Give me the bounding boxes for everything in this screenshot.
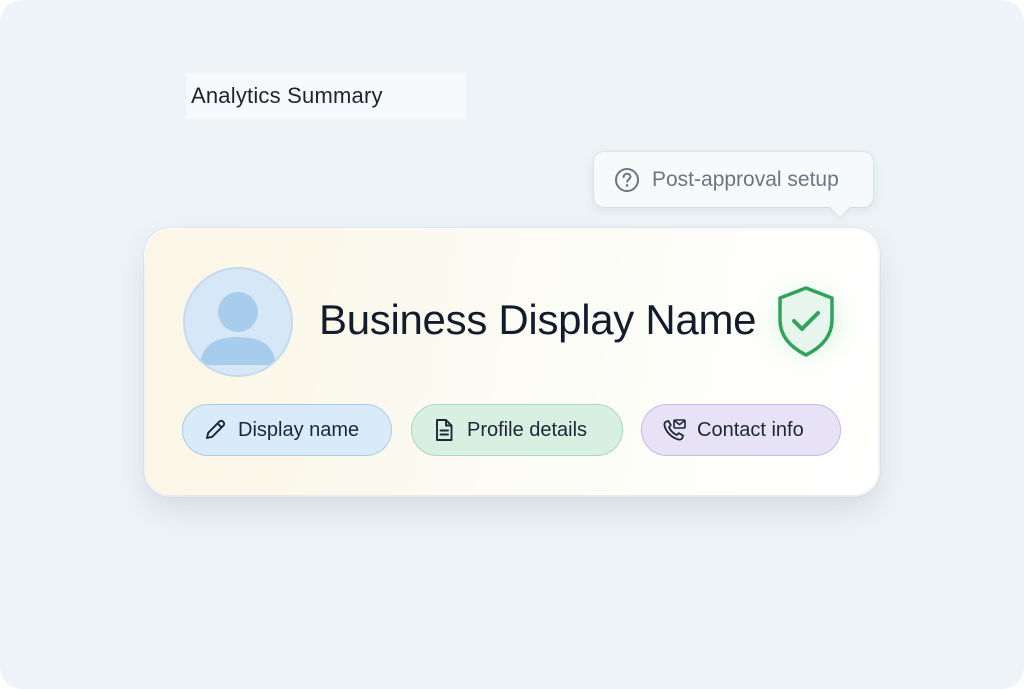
section-heading: Analytics Summary — [186, 73, 466, 119]
pencil-icon — [202, 417, 228, 443]
contact-info-button-label: Contact info — [697, 418, 804, 441]
display-name-button[interactable]: Display name — [182, 404, 392, 456]
display-name-button-label: Display name — [238, 418, 360, 441]
section-heading-text: Analytics Summary — [191, 83, 383, 108]
tooltip-text: Post-approval setup — [652, 167, 839, 191]
profile-details-button[interactable]: Profile details — [411, 404, 623, 456]
post-approval-tooltip[interactable]: Post-approval setup — [594, 152, 873, 207]
verified-shield-check-icon — [770, 282, 842, 362]
user-avatar-icon[interactable] — [183, 267, 293, 377]
contact-info-button[interactable]: Contact info — [641, 404, 841, 456]
page-background: Analytics Summary Post-approval setup Bu… — [0, 0, 1024, 689]
question-circle-icon — [614, 167, 640, 193]
business-profile-card: Business Display Name Display name Profi… — [146, 230, 878, 495]
phone-mail-icon — [661, 417, 687, 443]
profile-details-button-label: Profile details — [467, 418, 588, 441]
document-icon — [431, 417, 457, 443]
business-display-name: Business Display Name — [319, 296, 757, 343]
